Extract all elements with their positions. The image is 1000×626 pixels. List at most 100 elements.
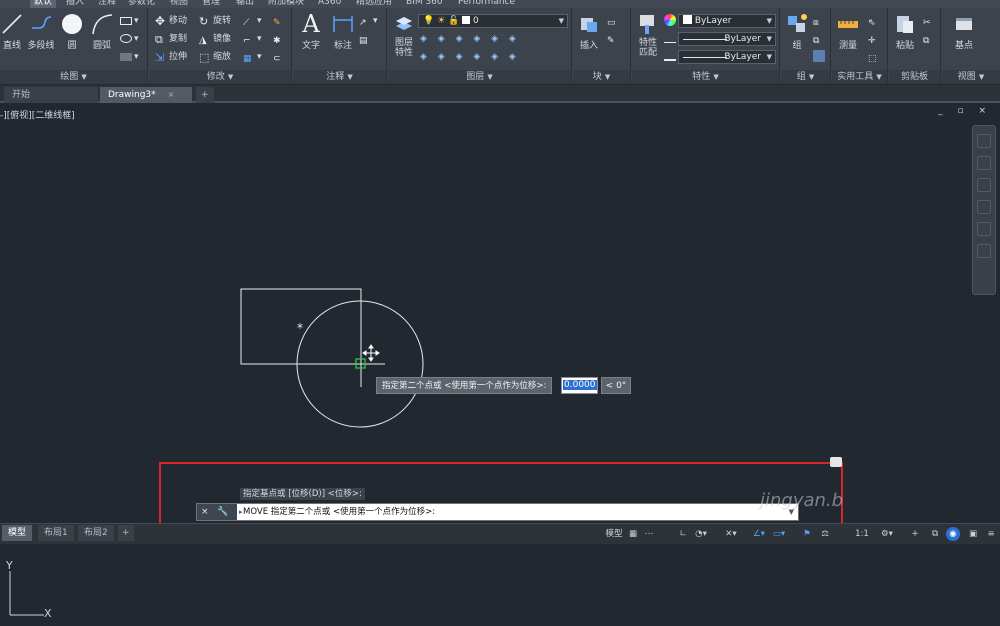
- plus-icon[interactable]: +: [908, 527, 922, 541]
- tab-view[interactable]: 视图: [166, 0, 192, 8]
- color-wheel-tool[interactable]: [664, 14, 678, 29]
- customize-menu-icon[interactable]: ≡: [984, 527, 998, 541]
- cut-tool[interactable]: ✂: [923, 14, 937, 29]
- transparency-icon[interactable]: ⚑: [800, 527, 814, 541]
- tab-a360[interactable]: A360: [314, 0, 345, 8]
- otrack-icon[interactable]: ∠▾: [750, 527, 768, 541]
- ungroup-tool[interactable]: ⧈: [813, 14, 827, 29]
- leader-tool[interactable]: ↗ ▾: [359, 14, 378, 29]
- polar-icon[interactable]: ◔▾: [692, 527, 710, 541]
- annotation-scale[interactable]: 1:1: [852, 527, 872, 541]
- panel-title-modify[interactable]: 修改 ▼: [149, 70, 291, 84]
- dynamic-input-angle[interactable]: < 0°: [601, 377, 631, 394]
- isolate-icon[interactable]: ⧉: [928, 527, 942, 541]
- erase-tool[interactable]: ✎: [273, 14, 287, 29]
- polyline-button[interactable]: 多段线: [24, 12, 58, 51]
- tab-bim360[interactable]: BIM 360: [402, 0, 447, 8]
- layer-properties-button[interactable]: 图层 特性: [388, 12, 420, 58]
- tab-start[interactable]: 开始: [4, 87, 98, 103]
- select-similar-tool[interactable]: ⬚: [868, 50, 882, 65]
- rotate-button[interactable]: ↻ 旋转: [199, 14, 231, 29]
- hardware-acceleration-icon[interactable]: ◉: [946, 527, 960, 541]
- quickcalc-tool[interactable]: ⇖: [868, 14, 882, 29]
- group-edit-tool[interactable]: ⧉: [813, 32, 827, 47]
- layer-tools-row-1[interactable]: ◈ ◈ ◈ ◈ ◈ ◈: [420, 32, 520, 47]
- measure-button[interactable]: 测量: [832, 12, 864, 51]
- text-button[interactable]: A 文字: [295, 12, 327, 51]
- linetype-dropdown[interactable]: ByLayer ▼: [678, 32, 776, 46]
- ellipse-tool[interactable]: ▾: [120, 50, 139, 65]
- dimension-button[interactable]: 标注: [327, 12, 359, 51]
- tab-parametric[interactable]: 参数化: [124, 0, 159, 8]
- add-layout-button[interactable]: +: [118, 525, 134, 541]
- array-tool[interactable]: ▦ ▾: [243, 50, 262, 65]
- command-line-tools[interactable]: × 🔧: [197, 504, 237, 520]
- mirror-button[interactable]: ◮ 镜像: [199, 32, 231, 47]
- lineweight-tool[interactable]: [664, 50, 678, 65]
- copy-button[interactable]: ⧉ 复制: [155, 32, 187, 47]
- offset-tool[interactable]: ⊂: [273, 50, 287, 65]
- paste-button[interactable]: 粘贴: [889, 12, 921, 51]
- panel-title-layers[interactable]: 图层 ▼: [388, 70, 571, 84]
- move-button[interactable]: ✥ 移动: [155, 14, 187, 29]
- command-input[interactable]: MOVE 指定第二个点或 <使用第一个点作为位移>:: [243, 504, 435, 520]
- circle-button[interactable]: 圆: [56, 12, 88, 51]
- layer-dropdown[interactable]: 💡 ☀ 🔓 0 ▼: [418, 14, 568, 28]
- lineweight-toggle-icon[interactable]: ▭▾: [770, 527, 788, 541]
- base-point-button[interactable]: 基点: [948, 12, 980, 51]
- stretch-button[interactable]: ⇲ 拉伸: [155, 50, 187, 65]
- drawing-area[interactable]: -][俯视][二维线框] _ ▫ × * Y X: [0, 105, 1000, 620]
- insert-button[interactable]: 插入: [573, 12, 605, 51]
- layout-tab-2[interactable]: 布局2: [78, 525, 114, 541]
- hatch-tool[interactable]: ▾: [120, 32, 139, 47]
- tab-insert[interactable]: 插入: [62, 0, 88, 8]
- rectangle-tool[interactable]: ▾: [120, 14, 139, 29]
- scale-button[interactable]: ⬚ 缩放: [199, 50, 231, 65]
- match-properties-button[interactable]: 特性 匹配: [632, 12, 664, 58]
- panel-title-clipboard[interactable]: 剪贴板: [889, 70, 940, 84]
- arc-button[interactable]: 圆弧: [86, 12, 118, 51]
- color-dropdown[interactable]: ByLayer ▼: [678, 14, 776, 28]
- dynamic-input-value[interactable]: 0.0000: [561, 377, 598, 394]
- edit-block-tool[interactable]: ✎: [607, 32, 621, 47]
- tab-performance[interactable]: Performance: [454, 0, 519, 8]
- osnap-icon[interactable]: ✕▾: [722, 527, 740, 541]
- table-tool[interactable]: ▤: [359, 32, 373, 47]
- group-button[interactable]: 组: [781, 12, 813, 51]
- grid-icon[interactable]: ▦: [626, 527, 640, 541]
- lineweight-dropdown[interactable]: ByLayer ▼: [678, 50, 776, 64]
- group-select-tool[interactable]: [813, 50, 827, 65]
- panel-title-draw[interactable]: 绘图 ▼: [0, 70, 147, 84]
- close-icon[interactable]: ×: [168, 90, 175, 99]
- new-tab-button[interactable]: +: [196, 87, 214, 103]
- copy-clip-tool[interactable]: ⧉: [923, 32, 937, 47]
- clean-screen-icon[interactable]: ▣: [966, 527, 980, 541]
- panel-title-view[interactable]: 视图 ▼: [942, 70, 1000, 84]
- linetype-tool[interactable]: [664, 32, 678, 47]
- fillet-tool[interactable]: ⌐ ▾: [243, 32, 262, 47]
- workspace-gear-icon[interactable]: ⚙▾: [878, 527, 896, 541]
- model-space-button[interactable]: 模型: [603, 527, 625, 541]
- panel-title-annotation[interactable]: 注释 ▼: [293, 70, 386, 84]
- tab-annotate[interactable]: 注释: [94, 0, 120, 8]
- annotation-visibility-icon[interactable]: ⚖: [818, 527, 832, 541]
- ortho-icon[interactable]: ∟: [676, 527, 690, 541]
- tab-output[interactable]: 输出: [232, 0, 258, 8]
- tab-drawing3[interactable]: Drawing3* ×: [100, 87, 192, 103]
- tab-default[interactable]: 默认: [30, 0, 57, 8]
- explode-tool[interactable]: ✱: [273, 32, 287, 47]
- panel-title-block[interactable]: 块 ▼: [573, 70, 630, 84]
- command-line[interactable]: × 🔧 ▸ MOVE 指定第二个点或 <使用第一个点作为位移>: ▼: [196, 503, 799, 521]
- panel-title-properties[interactable]: 特性 ▼: [632, 70, 779, 84]
- create-block-tool[interactable]: ▭: [607, 14, 621, 29]
- panel-title-groups[interactable]: 组 ▼: [781, 70, 830, 84]
- layout-tab-model[interactable]: 模型: [2, 525, 33, 541]
- snap-icon[interactable]: ⋯: [642, 527, 656, 541]
- tab-addins[interactable]: 附加模块: [264, 0, 308, 8]
- tab-manage[interactable]: 管理: [198, 0, 224, 8]
- layer-tools-row-2[interactable]: ◈ ◈ ◈ ◈ ◈ ◈: [420, 50, 520, 65]
- layout-tab-1[interactable]: 布局1: [38, 525, 74, 541]
- tab-featured-apps[interactable]: 精选应用: [352, 0, 396, 8]
- drawing-canvas[interactable]: *: [0, 105, 1000, 523]
- trim-tool[interactable]: ⟋ ▾: [243, 14, 262, 29]
